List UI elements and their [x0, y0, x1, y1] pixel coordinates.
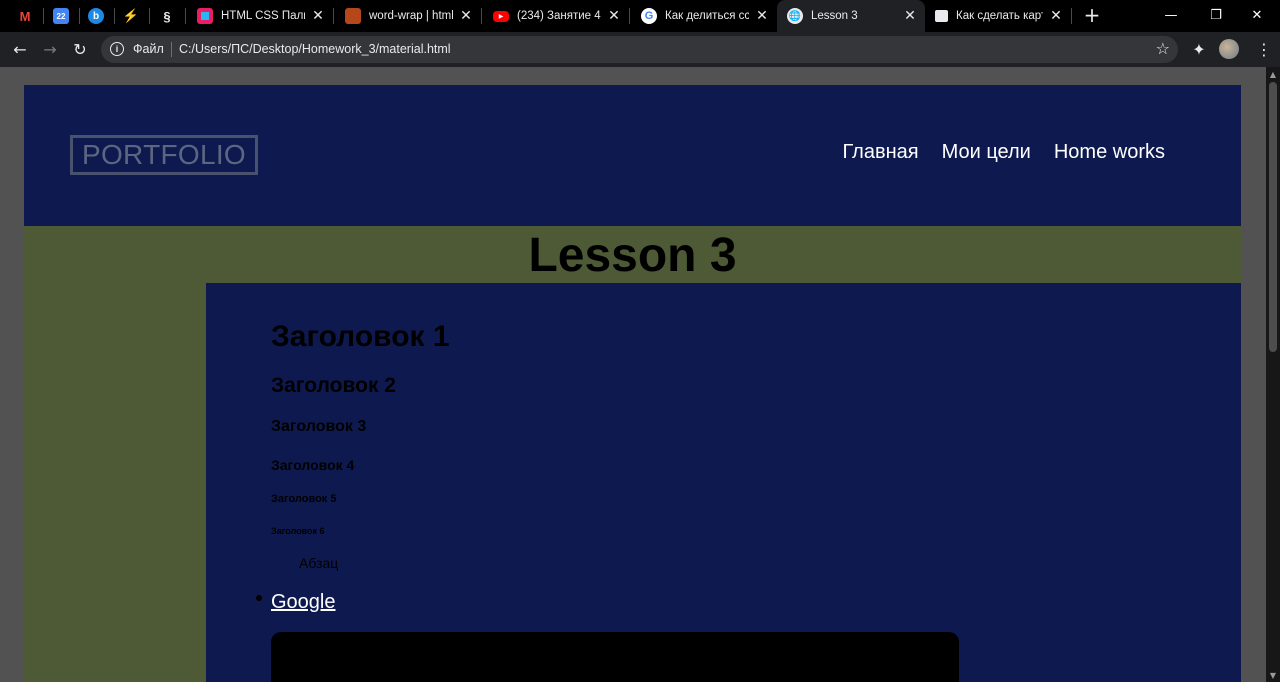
tab-word-wrap[interactable]: word-wrap | html ✕ [335, 0, 481, 32]
lightning-app-icon: ⚡ [122, 8, 140, 23]
page-title: Lesson 3 [528, 229, 737, 282]
main-nav: Главная Мои цели Home works [842, 141, 1165, 164]
site-header: PORTFOLIO Главная Мои цели Home works [24, 85, 1241, 226]
tab-title: HTML CSS Палит [221, 10, 305, 22]
pinned-tab-lightning-app[interactable]: ⚡ [120, 5, 142, 27]
heading-1: Заголовок 1 [271, 320, 450, 353]
tab-separator [149, 8, 150, 24]
scrollbar-thumb[interactable] [1269, 82, 1277, 352]
youtube-icon: ▶ [493, 10, 509, 22]
portfolio-logo[interactable]: PORTFOLIO [70, 135, 258, 175]
star-icon[interactable]: ☆ [1156, 39, 1170, 58]
google-icon: G [641, 8, 657, 24]
chat-icon [935, 10, 948, 22]
kebab-menu-icon: ⋮ [1256, 39, 1272, 59]
tab-separator [629, 8, 630, 24]
heading-3: Заголовок 3 [271, 418, 367, 435]
bookmark-app-icon: b [88, 8, 104, 24]
page-viewport: PORTFOLIO Главная Мои цели Home works Le… [0, 67, 1266, 682]
scroll-up-arrow-icon[interactable]: ▲ [1266, 67, 1280, 81]
htmlbook-icon [345, 8, 361, 24]
pinned-tab-gmail[interactable]: M [14, 5, 36, 27]
tab-separator [114, 8, 115, 24]
info-icon[interactable]: i [110, 42, 124, 56]
omnibox-divider [171, 42, 172, 57]
heading-4: Заголовок 4 [271, 457, 355, 473]
scheme-label: Файл [133, 42, 164, 56]
arrow-right-icon: → [43, 39, 57, 59]
nav-link-homeworks[interactable]: Home works [1054, 141, 1165, 164]
forward-button[interactable]: → [38, 37, 62, 61]
menu-button[interactable]: ⋮ [1252, 37, 1276, 61]
script-app-icon: § [163, 8, 171, 24]
tab-strip: M 22 b ⚡ § HTML CSS Палит ✕ word-wrap | … [0, 0, 1280, 32]
close-icon[interactable]: ✕ [1047, 7, 1065, 25]
tab-separator [333, 8, 334, 24]
tab-lesson-3[interactable]: 🌐 Lesson 3 ✕ [777, 0, 925, 32]
reload-button[interactable]: ↻ [68, 37, 92, 61]
tab-separator [185, 8, 186, 24]
gmail-icon: M [19, 8, 31, 24]
tab-how-to-make-card[interactable]: Как сделать карт ✕ [925, 0, 1071, 32]
restore-button[interactable]: ❐ [1193, 0, 1239, 30]
page-scrollbar[interactable]: ▲ ▼ [1266, 67, 1280, 682]
new-tab-button[interactable]: + [1081, 3, 1103, 27]
nav-link-goals[interactable]: Мои цели [942, 141, 1031, 164]
minimize-button[interactable]: — [1148, 0, 1194, 30]
close-icon[interactable]: ✕ [901, 7, 919, 25]
close-icon[interactable]: ✕ [753, 7, 771, 25]
tab-youtube-lesson[interactable]: ▶ (234) Занятие 4. ✕ [483, 0, 629, 32]
address-bar[interactable]: i Файл C:/Users/ПС/Desktop/Homework_3/ma… [101, 36, 1178, 63]
content-section: Заголовок 1 Заголовок 2 Заголовок 3 Заго… [206, 283, 1241, 682]
browser-toolbar: ← → ↻ i Файл C:/Users/ПС/Desktop/Homewor… [0, 32, 1280, 67]
palette-site-icon [197, 8, 213, 24]
tab-separator [79, 8, 80, 24]
list-bullet [256, 595, 262, 601]
pinned-tab-bookmark-app[interactable]: b [85, 5, 107, 27]
paragraph: Абзац [299, 555, 339, 571]
tab-separator [481, 8, 482, 24]
nav-link-home[interactable]: Главная [842, 141, 918, 164]
tab-html-css-palette[interactable]: HTML CSS Палит ✕ [187, 0, 333, 32]
tab-separator [1071, 8, 1072, 24]
close-window-button[interactable]: ✕ [1234, 0, 1280, 30]
puzzle-icon: ✦ [1192, 39, 1206, 59]
arrow-left-icon: ← [13, 39, 27, 59]
tab-title: Как сделать карт [956, 10, 1043, 22]
back-button[interactable]: ← [8, 37, 32, 61]
tab-title: (234) Занятие 4. [517, 10, 601, 22]
reload-icon: ↻ [73, 39, 87, 59]
tab-how-to-share[interactable]: G Как делиться ссы ✕ [631, 0, 777, 32]
scroll-down-arrow-icon[interactable]: ▼ [1266, 668, 1280, 682]
globe-icon: 🌐 [787, 8, 803, 24]
embedded-video[interactable] [271, 632, 959, 682]
close-icon[interactable]: ✕ [309, 7, 327, 25]
pinned-tab-calendar[interactable]: 22 [50, 5, 72, 27]
tab-title: word-wrap | html [369, 10, 453, 22]
google-link[interactable]: Google [271, 591, 336, 614]
calendar-icon: 22 [53, 8, 69, 24]
profile-avatar[interactable] [1219, 39, 1239, 59]
heading-6: Заголовок 6 [271, 526, 325, 536]
tab-title: Lesson 3 [811, 10, 858, 22]
tab-separator [43, 8, 44, 24]
close-icon[interactable]: ✕ [457, 7, 475, 25]
close-icon[interactable]: ✕ [605, 7, 623, 25]
extensions-button[interactable]: ✦ [1187, 37, 1211, 61]
url-text[interactable]: C:/Users/ПС/Desktop/Homework_3/material.… [179, 42, 451, 56]
heading-2: Заголовок 2 [271, 374, 396, 397]
pinned-tab-script-app[interactable]: § [156, 5, 178, 27]
heading-5: Заголовок 5 [271, 493, 337, 505]
tab-title: Как делиться ссы [665, 10, 749, 22]
